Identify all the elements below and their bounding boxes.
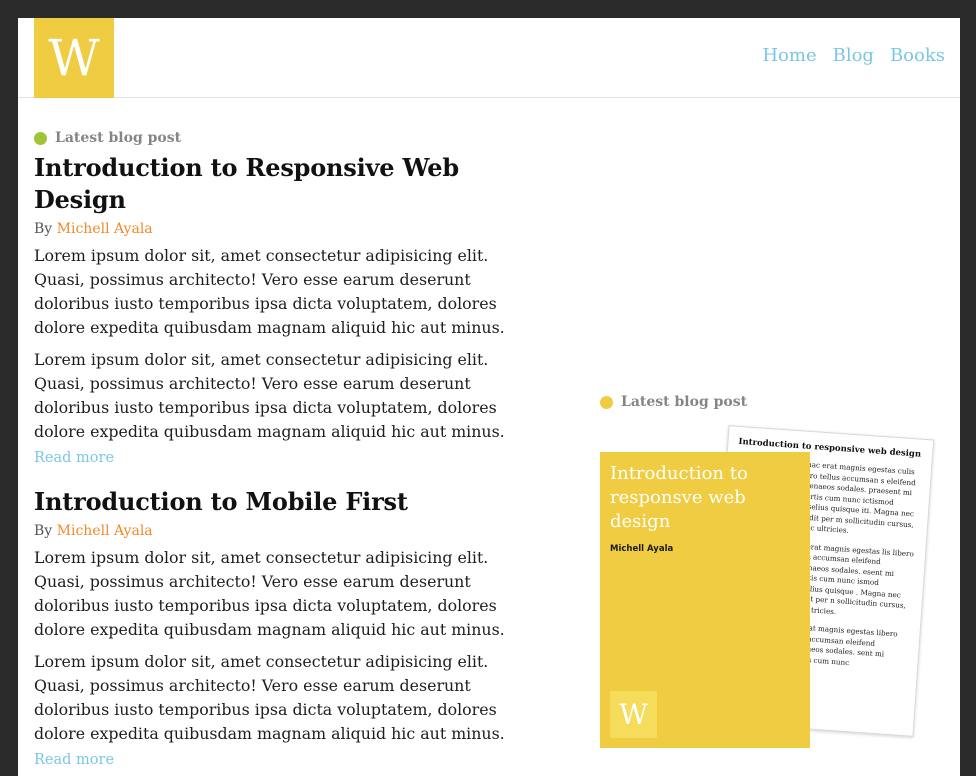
latest-post-label-text: Latest blog post [55,130,182,146]
post-paragraph: Lorem ipsum dolor sit, amet consectetur … [34,246,505,337]
nav-books-link[interactable]: Books [890,45,945,66]
latest-post-label: Latest blog post [600,390,747,414]
byline-prefix: By [34,523,53,539]
post-paragraph: Lorem ipsum dolor sit, amet consectetur … [34,548,505,639]
read-more-link[interactable]: Read more [34,450,114,466]
byline-prefix: By [34,221,53,237]
byline: By Michell Ayala [34,522,544,540]
main-nav: Home Blog Books [762,45,945,66]
site-header: W Home Blog Books [18,18,960,98]
read-more-link[interactable]: Read more [34,752,114,768]
book-promo: Latest blog post Introduction to respons… [600,390,942,750]
post-paragraph: Lorem ipsum dolor sit, amet consectetur … [34,652,505,743]
post-title[interactable]: Introduction to Mobile First [34,486,544,518]
post-paragraph: Lorem ipsum dolor sit, amet consectetur … [34,350,505,441]
book-cover[interactable]: Introduction to responsve web design Mic… [600,452,810,748]
book-cover-title: Introduction to responsve web design [610,463,748,532]
latest-post-label: Latest blog post [34,126,544,150]
blog-post: Latest blog post Introduction to Respons… [34,126,544,466]
byline: By Michell Ayala [34,220,544,238]
main-content: Latest blog post Introduction to Respons… [34,126,544,768]
post-title[interactable]: Introduction to Responsive Web Design [34,152,544,216]
nav-home-link[interactable]: Home [762,45,816,66]
author-link[interactable]: Michell Ayala [57,221,153,237]
page: W Home Blog Books Latest blog post Intro… [18,18,960,776]
latest-post-label-text: Latest blog post [621,394,748,410]
site-logo[interactable]: W [34,18,114,98]
nav-blog-link[interactable]: Blog [833,45,874,66]
yellow-dot-icon [600,395,613,409]
author-link[interactable]: Michell Ayala [57,523,153,539]
book-cover-logo: W [610,691,657,738]
blog-post: Introduction to Mobile First By Michell … [34,486,544,768]
green-dot-icon [34,131,47,145]
book-cover-author: Michell Ayala [610,544,674,554]
